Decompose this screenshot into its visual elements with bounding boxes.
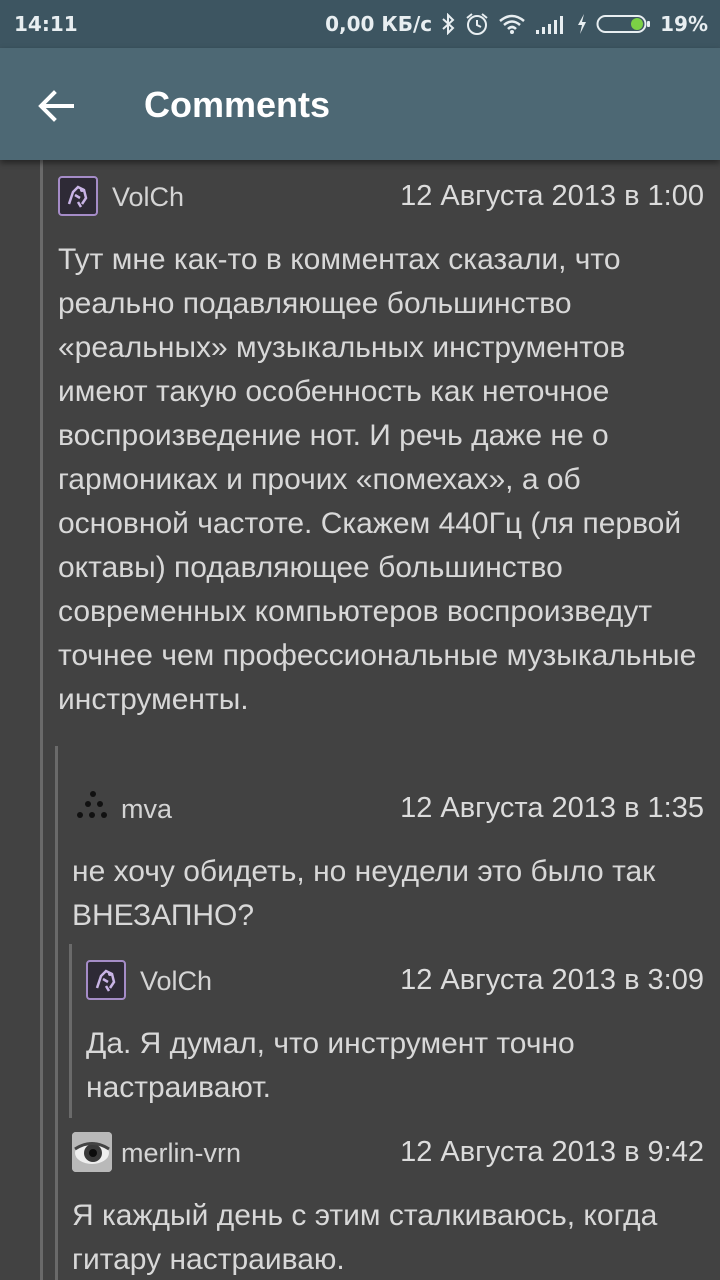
user-avatar-icon	[95, 969, 116, 992]
comment-author[interactable]: VolCh	[112, 182, 184, 213]
comment-author[interactable]: merlin-vrn	[121, 1138, 241, 1169]
comment-date: 12 Августа 2013 в 1:35	[400, 792, 704, 824]
comment-text: не хочу обидеть, но неудели это было так…	[72, 855, 656, 932]
eye-avatar-icon	[72, 1132, 112, 1172]
battery-icon	[596, 15, 651, 33]
comment-author[interactable]: mva	[121, 794, 172, 825]
comment-text: Я каждый день с этим сталкиваюсь, когда …	[72, 1199, 658, 1276]
avatar[interactable]	[72, 1132, 112, 1172]
alarm-icon	[466, 13, 488, 35]
signal-icon	[536, 16, 564, 34]
arrow-left-icon	[38, 90, 74, 122]
comment-date: 12 Августа 2013 в 9:42	[400, 1136, 704, 1168]
thread-line	[40, 160, 43, 1280]
user-avatar-icon	[67, 185, 88, 208]
comment-item: merlin-vrn 12 Августа 2013 в 9:42 Я кажд…	[72, 1132, 704, 1280]
page-title: Comments	[144, 84, 331, 125]
comment-author[interactable]: VolCh	[140, 966, 212, 997]
comment-header: VolCh 12 Августа 2013 в 1:00	[58, 176, 704, 216]
app-bar: Comments	[0, 48, 720, 160]
comment-header: merlin-vrn 12 Августа 2013 в 9:42	[72, 1132, 704, 1172]
thread-line	[69, 944, 72, 1118]
network-speed: 0,00 КБ/с	[325, 12, 433, 36]
comment-header: VolCh 12 Августа 2013 в 3:09	[86, 960, 704, 1000]
comment-text: Тут мне как-то в комментах сказали, что …	[58, 243, 697, 716]
dots-avatar-icon	[77, 791, 107, 818]
bluetooth-icon	[442, 13, 455, 35]
comment-date: 12 Августа 2013 в 3:09	[400, 964, 704, 996]
avatar[interactable]	[72, 788, 112, 828]
avatar[interactable]	[86, 960, 126, 1000]
back-button[interactable]	[30, 80, 82, 132]
comment-header: mva 12 Августа 2013 в 1:35	[72, 788, 704, 828]
comments-list: VolCh 12 Августа 2013 в 1:00 Тут мне как…	[0, 160, 720, 1280]
wifi-icon	[499, 14, 525, 34]
comment-item: VolCh 12 Августа 2013 в 1:00 Тут мне как…	[58, 176, 704, 722]
status-time: 14:11	[14, 12, 78, 36]
comment-item: mva 12 Августа 2013 в 1:35 не хочу обиде…	[72, 788, 704, 938]
status-bar: 14:11 0,00 КБ/с 19%	[0, 0, 720, 48]
battery-percent: 19%	[660, 12, 708, 36]
charging-icon	[578, 14, 587, 34]
comment-text: Да. Я думал, что инструмент точно настра…	[86, 1027, 575, 1104]
thread-line	[55, 746, 58, 1280]
comment-item: VolCh 12 Августа 2013 в 3:09 Да. Я думал…	[86, 960, 704, 1110]
status-indicators: 0,00 КБ/с 19%	[325, 12, 708, 36]
avatar[interactable]	[58, 176, 98, 216]
comment-date: 12 Августа 2013 в 1:00	[400, 180, 704, 212]
